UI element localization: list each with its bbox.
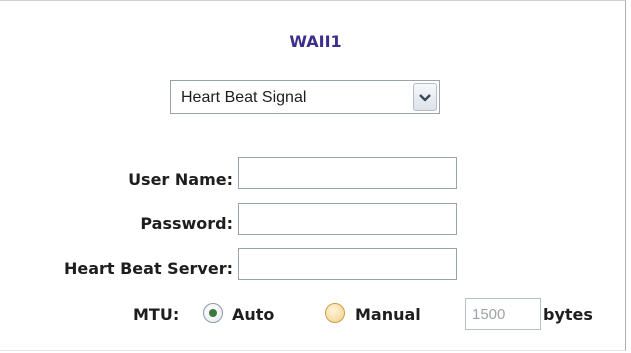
connection-type-value: Heart Beat Signal [181, 89, 307, 106]
heartbeat-server-label: Heart Beat Server: [63, 259, 233, 278]
mtu-value-field[interactable] [465, 298, 541, 330]
chevron-down-icon [419, 94, 431, 102]
user-name-label: User Name: [128, 170, 233, 189]
dropdown-button[interactable] [413, 83, 437, 111]
mtu-auto-label[interactable]: Auto [232, 305, 274, 324]
password-label: Password: [140, 214, 233, 233]
mtu-manual-label[interactable]: Manual [355, 305, 421, 324]
mtu-manual-radio[interactable] [325, 303, 345, 323]
page-title: WAII1 [289, 32, 342, 51]
mtu-auto-radio[interactable] [203, 303, 223, 323]
password-field[interactable] [238, 203, 457, 235]
user-name-field[interactable] [238, 157, 457, 189]
mtu-label: MTU: [133, 305, 180, 324]
heartbeat-server-field[interactable] [238, 248, 457, 280]
radio-selected-dot [209, 309, 217, 317]
mtu-unit-label: bytes [543, 305, 593, 324]
connection-type-select[interactable]: Heart Beat Signal [170, 80, 440, 114]
